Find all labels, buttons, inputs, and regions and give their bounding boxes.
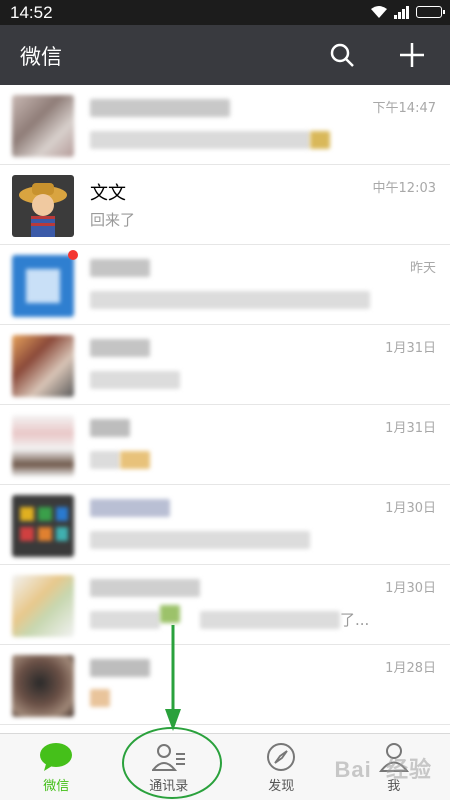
chat-name-redacted: [90, 659, 150, 677]
wifi-icon: [371, 6, 387, 18]
chat-name-redacted: [90, 499, 170, 517]
chat-time: 1月30日: [385, 501, 436, 516]
chat-message-emoji-redacted: [310, 131, 330, 149]
chat-message-emoji-redacted: [90, 689, 110, 707]
chat-name-redacted: [90, 259, 150, 277]
chat-name-redacted: [90, 579, 200, 597]
annotation-arrow: [165, 625, 181, 731]
chat-message-redacted: [200, 611, 340, 629]
chat-bubble-icon: [39, 742, 73, 772]
status-time: 14:52: [10, 3, 53, 22]
avatar: [12, 175, 74, 237]
chat-name-redacted: [90, 99, 230, 117]
chat-row[interactable]: 了... 1月30日: [0, 565, 450, 645]
avatar: [12, 495, 74, 557]
chat-message-emoji-redacted: [120, 451, 150, 469]
avatar: [12, 255, 74, 317]
tab-discover[interactable]: 发现: [225, 734, 338, 800]
search-button[interactable]: [326, 39, 358, 71]
signal-icon: [394, 6, 409, 19]
chat-message: 了...: [340, 611, 370, 629]
chat-time: 昨天: [409, 261, 436, 276]
chat-time: 中午12:03: [372, 181, 436, 196]
chat-row[interactable]: 文文 回来了 中午12:03: [0, 165, 450, 245]
chat-time: 1月30日: [385, 581, 436, 596]
battery-icon: [416, 6, 445, 18]
chat-name-redacted: [90, 339, 150, 357]
unread-badge: [68, 250, 78, 260]
chat-name: 文文: [90, 183, 126, 204]
chat-list: 下午14:47 文文 回来了 中午12:03 昨天 1月31日 1月31日 1月…: [0, 85, 450, 733]
chat-row[interactable]: 1月28日: [0, 645, 450, 725]
tab-chats[interactable]: 微信: [0, 734, 113, 800]
chat-row[interactable]: 1月31日: [0, 405, 450, 485]
chat-message: 回来了: [90, 211, 136, 229]
chat-message-emoji-redacted: [160, 605, 180, 623]
chat-message-redacted: [90, 291, 370, 309]
status-bar: 14:52: [0, 0, 450, 25]
chat-message-redacted: [90, 451, 120, 469]
avatar: [12, 95, 74, 157]
avatar: [12, 335, 74, 397]
chat-message-redacted: [90, 531, 310, 549]
page-title: 微信: [20, 45, 62, 69]
chat-message-redacted: [90, 371, 180, 389]
chat-row[interactable]: 1月30日: [0, 485, 450, 565]
tab-label: 发现: [268, 779, 295, 794]
chat-time: 1月31日: [385, 341, 436, 356]
avatar: [12, 415, 74, 477]
chat-row[interactable]: 昨天: [0, 245, 450, 325]
tab-label: 微信: [43, 779, 70, 794]
chat-time: 1月31日: [385, 421, 436, 436]
chat-time: 下午14:47: [372, 101, 436, 116]
annotation-circle: [122, 727, 222, 799]
chat-time: 1月28日: [385, 661, 436, 676]
compass-icon: [264, 742, 298, 772]
chat-name-redacted: [90, 419, 130, 437]
avatar: [12, 575, 74, 637]
app-header: 微信: [0, 25, 450, 85]
add-button[interactable]: [396, 39, 428, 71]
chat-message-redacted: [90, 611, 160, 629]
avatar: [12, 655, 74, 717]
chat-message-redacted: [90, 131, 310, 149]
chat-row[interactable]: 下午14:47: [0, 85, 450, 165]
chat-row[interactable]: 1月31日: [0, 325, 450, 405]
search-icon: [330, 43, 354, 67]
status-icons: [370, 5, 445, 19]
plus-icon: [400, 43, 424, 67]
watermark: Bai 经验: [334, 757, 432, 782]
